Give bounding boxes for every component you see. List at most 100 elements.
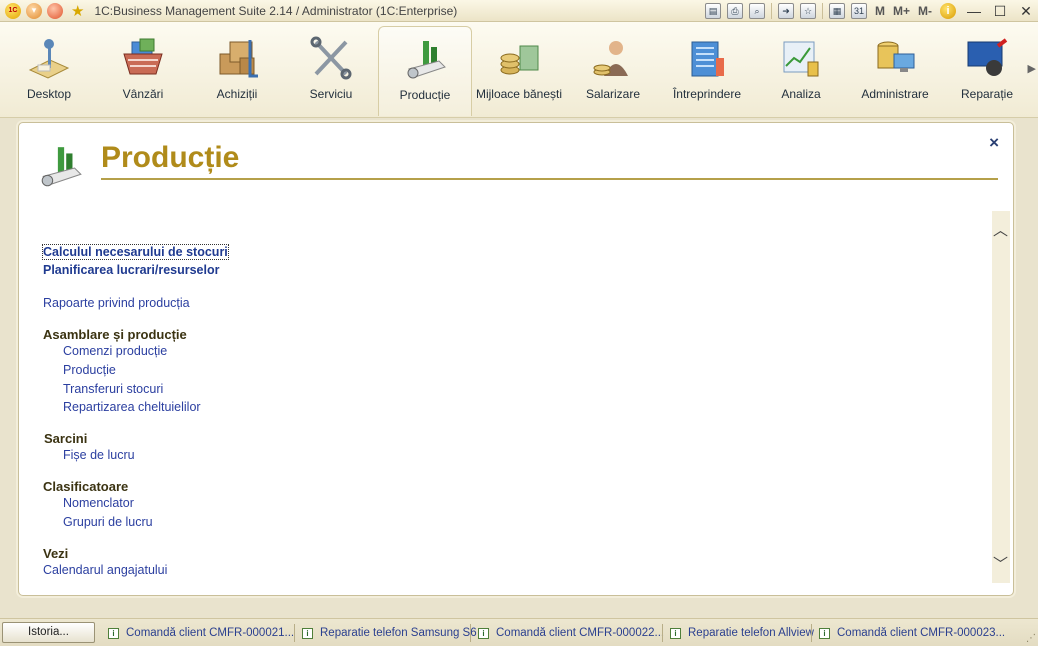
- section-label: Desktop: [26, 87, 72, 101]
- analysis-icon: [783, 41, 819, 77]
- section-desktop[interactable]: Desktop: [2, 26, 96, 116]
- section-service[interactable]: Serviciu: [284, 26, 378, 116]
- section-label: Întreprindere: [672, 87, 742, 101]
- scroll-down-icon[interactable]: ﹀: [993, 553, 1008, 574]
- title-divider: [101, 178, 998, 180]
- section-label: Producție: [399, 88, 451, 102]
- section-label: Administrare: [861, 87, 929, 101]
- memory-m-button[interactable]: M: [875, 4, 885, 18]
- section-label: Reparație: [960, 87, 1014, 101]
- page-title: Producție: [101, 141, 240, 174]
- scroll-up-icon[interactable]: ︿: [993, 219, 1008, 240]
- enterprise-icon: [691, 41, 724, 77]
- open-window-tab[interactable]: i Comandă client CMFR-000023...: [819, 624, 1005, 642]
- main-menu-icon[interactable]: ▾: [26, 2, 42, 19]
- document-icon: i: [108, 627, 119, 639]
- section-label: Vânzări: [122, 87, 164, 101]
- payroll-icon: [593, 41, 628, 76]
- calculator-icon[interactable]: ▦: [828, 3, 845, 19]
- open-window-tab[interactable]: i Reparatie telefon Allview: [670, 624, 814, 642]
- section-label: Mijloace bănești: [475, 87, 563, 101]
- section-purchases[interactable]: Achiziții: [190, 26, 284, 116]
- document-icon: i: [819, 627, 830, 639]
- open-window-label: Comandă client CMFR-000021...: [126, 627, 295, 639]
- section-label: Salarizare: [585, 87, 641, 101]
- section-administration[interactable]: Administrare: [848, 26, 942, 116]
- production-icon: [407, 41, 446, 79]
- link-work-sheets[interactable]: Fișe de lucru: [63, 448, 135, 462]
- close-window-button[interactable]: ✕: [1018, 3, 1034, 20]
- window-title: 1C:Business Management Suite 2.14 / Admi…: [94, 3, 458, 18]
- sales-basket-icon: [123, 38, 163, 75]
- open-window-label: Reparatie telefon Allview: [688, 627, 814, 639]
- calendar-icon[interactable]: 31: [850, 3, 867, 19]
- main-orb-icon[interactable]: [47, 2, 63, 19]
- group-title-classifiers: Clasificatoare: [43, 479, 129, 494]
- app-logo-icon[interactable]: 1C: [5, 2, 21, 19]
- link-work-resource-planning[interactable]: Planificarea lucrari/resurselor: [43, 263, 219, 277]
- document-icon: i: [302, 627, 313, 639]
- section-repair[interactable]: Reparație: [940, 26, 1034, 116]
- section-enterprise[interactable]: Întreprindere: [660, 26, 754, 116]
- open-windows-bar: Istoria... i Comandă client CMFR-000021.…: [0, 618, 1038, 646]
- link-production[interactable]: Producție: [63, 363, 116, 377]
- history-button[interactable]: Istoria...: [2, 622, 95, 643]
- section-analysis[interactable]: Analiza: [754, 26, 848, 116]
- sections-panel: Desktop Vânzări Achiziții Serviciu Produ…: [0, 22, 1038, 118]
- toolbar-separator: [770, 3, 772, 19]
- link-work-groups[interactable]: Grupuri de lucru: [63, 515, 153, 529]
- memory-m-plus-button[interactable]: M+: [893, 4, 910, 18]
- tab-separator: [470, 624, 471, 642]
- open-window-label: Comandă client CMFR-000023...: [837, 627, 1006, 639]
- section-payroll[interactable]: Salarizare: [566, 26, 660, 116]
- group-title-tasks: Sarcini: [44, 431, 88, 446]
- section-money[interactable]: Mijloace bănești: [472, 26, 566, 116]
- production-form: Producție × Calculul necesarului de stoc…: [18, 122, 1014, 596]
- resize-grip-icon[interactable]: ⋰: [1026, 633, 1036, 644]
- tab-separator: [811, 624, 812, 642]
- section-label: Serviciu: [309, 87, 353, 101]
- vertical-scrollbar[interactable]: [992, 211, 1010, 583]
- info-icon[interactable]: i: [940, 3, 956, 19]
- tab-separator: [294, 624, 295, 642]
- production-icon: [41, 147, 82, 187]
- purchases-boxes-icon: [219, 40, 258, 78]
- go-to-icon[interactable]: ➜: [777, 3, 794, 19]
- link-cost-allocation[interactable]: Repartizarea cheltuielilor: [63, 400, 201, 414]
- maximize-button[interactable]: ☐: [992, 3, 1008, 20]
- link-stock-transfers[interactable]: Transferuri stocuri: [63, 382, 163, 396]
- section-label: Analiza: [781, 87, 821, 101]
- open-window-tab[interactable]: i Comandă client CMFR-000021...: [108, 624, 294, 642]
- administration-icon: [877, 41, 915, 72]
- favorites-star-icon[interactable]: ★: [71, 2, 84, 20]
- group-title-see-also: Vezi: [43, 546, 69, 561]
- money-icon: [500, 45, 539, 75]
- sections-scroll-right-icon[interactable]: ▶: [1028, 62, 1036, 75]
- link-production-orders[interactable]: Comenzi producție: [63, 344, 167, 358]
- link-nomenclature[interactable]: Nomenclator: [63, 496, 134, 510]
- open-window-tab[interactable]: i Comandă client CMFR-000022...: [478, 624, 664, 642]
- favorites-icon[interactable]: ☆: [799, 3, 816, 19]
- link-stock-requirements[interactable]: Calculul necesarului de stocuri: [42, 244, 229, 260]
- print-icon[interactable]: ⎙: [726, 3, 743, 19]
- link-employee-calendar[interactable]: Calendarul angajatului: [43, 563, 167, 577]
- save-icon[interactable]: ▤: [704, 3, 721, 19]
- close-form-button[interactable]: ×: [989, 133, 999, 153]
- print-preview-icon[interactable]: ⌕: [748, 3, 765, 19]
- section-sales[interactable]: Vânzări: [96, 26, 190, 116]
- toolbar-separator: [821, 3, 823, 19]
- open-window-tab[interactable]: i Reparatie telefon Samsung S6: [302, 624, 477, 642]
- document-icon: i: [478, 627, 489, 639]
- link-production-reports[interactable]: Rapoarte privind producția: [43, 296, 190, 310]
- desktop-icon: [28, 39, 70, 79]
- open-window-label: Comandă client CMFR-000022...: [496, 627, 665, 639]
- open-window-label: Reparatie telefon Samsung S6: [320, 627, 477, 639]
- service-tools-icon: [310, 36, 352, 80]
- section-production[interactable]: Producție: [378, 26, 472, 116]
- tab-separator: [662, 624, 663, 642]
- group-title-assembly: Asamblare și producție: [43, 327, 187, 342]
- section-label: Achiziții: [216, 87, 258, 101]
- document-icon: i: [670, 627, 681, 639]
- minimize-button[interactable]: —: [966, 3, 982, 19]
- memory-m-minus-button[interactable]: M-: [918, 4, 932, 18]
